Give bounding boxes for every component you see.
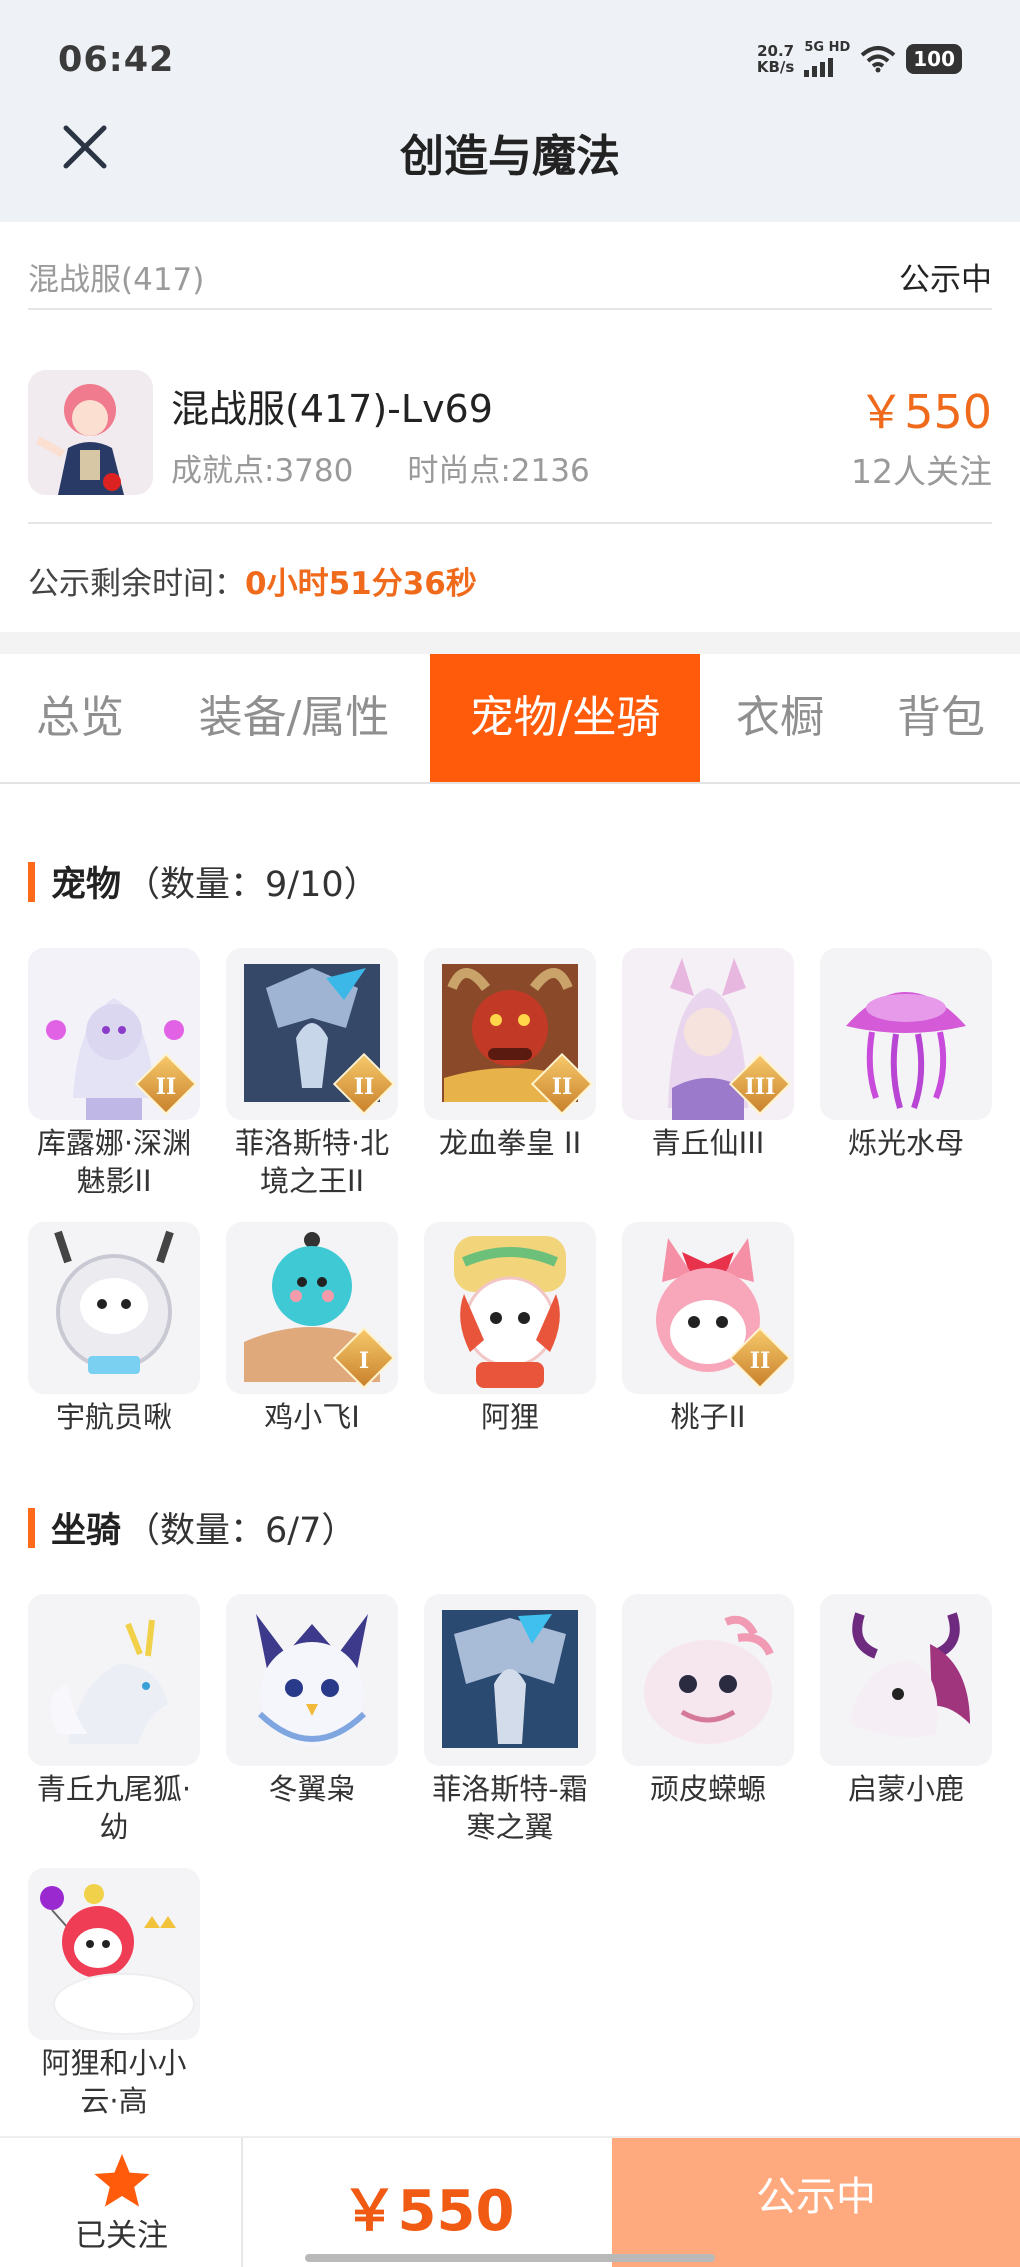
pet-item[interactable]: II 龙血拳皇 II	[424, 948, 596, 1162]
listing-title: 混战服(417)-Lv69	[171, 387, 493, 431]
tier-badge-label: II	[155, 1073, 177, 1100]
mounts-section-title: 坐骑 （数量：6/7）	[28, 1502, 356, 1553]
bottom-price: ￥550	[341, 2179, 515, 2244]
pets-section-title: 宠物 （数量：9/10）	[28, 856, 379, 907]
mount-item[interactable]: 菲洛斯特-霜寒之翼	[424, 1594, 596, 1846]
tier-badge-label: II	[749, 1347, 771, 1374]
signal-icon: 5G HD	[804, 40, 850, 77]
app-root: 06:42 20.7 KB/s 5G HD 100 创造与魔法 混战服(417)	[0, 0, 1020, 2267]
battery-icon: 100	[906, 43, 962, 74]
pet-item[interactable]: 宇航员啾	[28, 1222, 200, 1436]
server-name: 混战服(417)	[28, 261, 205, 298]
server-row: 混战服(417) 公示中	[28, 250, 992, 310]
mount-item[interactable]: 启蒙小鹿	[820, 1594, 992, 1808]
page-title: 创造与魔法	[400, 131, 620, 182]
fashion-points: 时尚点:2136	[407, 453, 590, 489]
status-time: 06:42	[58, 40, 175, 80]
tier-badge-label: III	[744, 1073, 776, 1100]
pet-item[interactable]: II 菲洛斯特·北境之王II	[226, 948, 398, 1200]
pet-item[interactable]: 阿狸	[424, 1222, 596, 1436]
pet-item[interactable]: 烁光水母	[820, 948, 992, 1162]
listing-stats: 成就点:3780 时尚点:2136	[171, 445, 590, 490]
divider	[28, 522, 992, 524]
tab-equipment[interactable]: 装备/属性	[174, 654, 414, 782]
mount-item[interactable]: 顽皮蝾螈	[622, 1594, 794, 1808]
pet-item[interactable]: II 桃子II	[622, 1222, 794, 1436]
tier-badge-label: I	[358, 1347, 370, 1374]
section-separator	[0, 632, 1020, 654]
tier-badge-label: II	[353, 1073, 375, 1100]
server-status: 公示中	[899, 261, 992, 298]
tab-backpack[interactable]: 背包	[868, 654, 1014, 782]
star-icon	[94, 2154, 150, 2207]
listing-price: ￥550	[858, 385, 992, 439]
character-avatar	[28, 370, 153, 495]
countdown: 0小时51分36秒	[245, 566, 477, 602]
pet-item[interactable]: III 青丘仙III	[622, 948, 794, 1162]
tab-wardrobe[interactable]: 衣橱	[712, 654, 848, 782]
mount-item[interactable]: 冬翼枭	[226, 1594, 398, 1808]
pet-item[interactable]: II 库露娜·深渊魅影II	[28, 948, 200, 1200]
tab-pets-mounts[interactable]: 宠物/坐骑	[430, 654, 700, 782]
listing-card[interactable]: 混战服(417)-Lv69 成就点:3780 时尚点:2136 ￥550 12人关…	[28, 370, 992, 525]
follow-button[interactable]: 已关注	[0, 2138, 243, 2267]
network-speed: 20.7 KB/s	[756, 41, 795, 76]
home-indicator	[305, 2254, 715, 2262]
mount-item[interactable]: 阿狸和小小云·高	[28, 1868, 200, 2120]
pet-item[interactable]: I 鸡小飞I	[226, 1222, 398, 1436]
publicity-status-button[interactable]: 公示中	[612, 2138, 1020, 2267]
tab-bar: 总览 装备/属性 宠物/坐骑 衣橱 背包	[0, 654, 1020, 784]
top-bar: 06:42 20.7 KB/s 5G HD 100 创造与魔法	[0, 0, 1020, 222]
remaining-time: 公示剩余时间：0小时51分36秒	[28, 566, 477, 602]
mount-item[interactable]: 青丘九尾狐·幼	[28, 1594, 200, 1846]
bottom-action-bar: 已关注 ￥550 公示中	[0, 2136, 1020, 2267]
tier-badge-label: II	[551, 1073, 573, 1100]
tab-overview[interactable]: 总览	[0, 654, 160, 782]
listing-followers: 12人关注	[851, 452, 992, 491]
wifi-icon	[860, 45, 896, 72]
achievement-points: 成就点:3780	[171, 453, 354, 489]
status-icons: 20.7 KB/s 5G HD 100	[757, 40, 962, 77]
